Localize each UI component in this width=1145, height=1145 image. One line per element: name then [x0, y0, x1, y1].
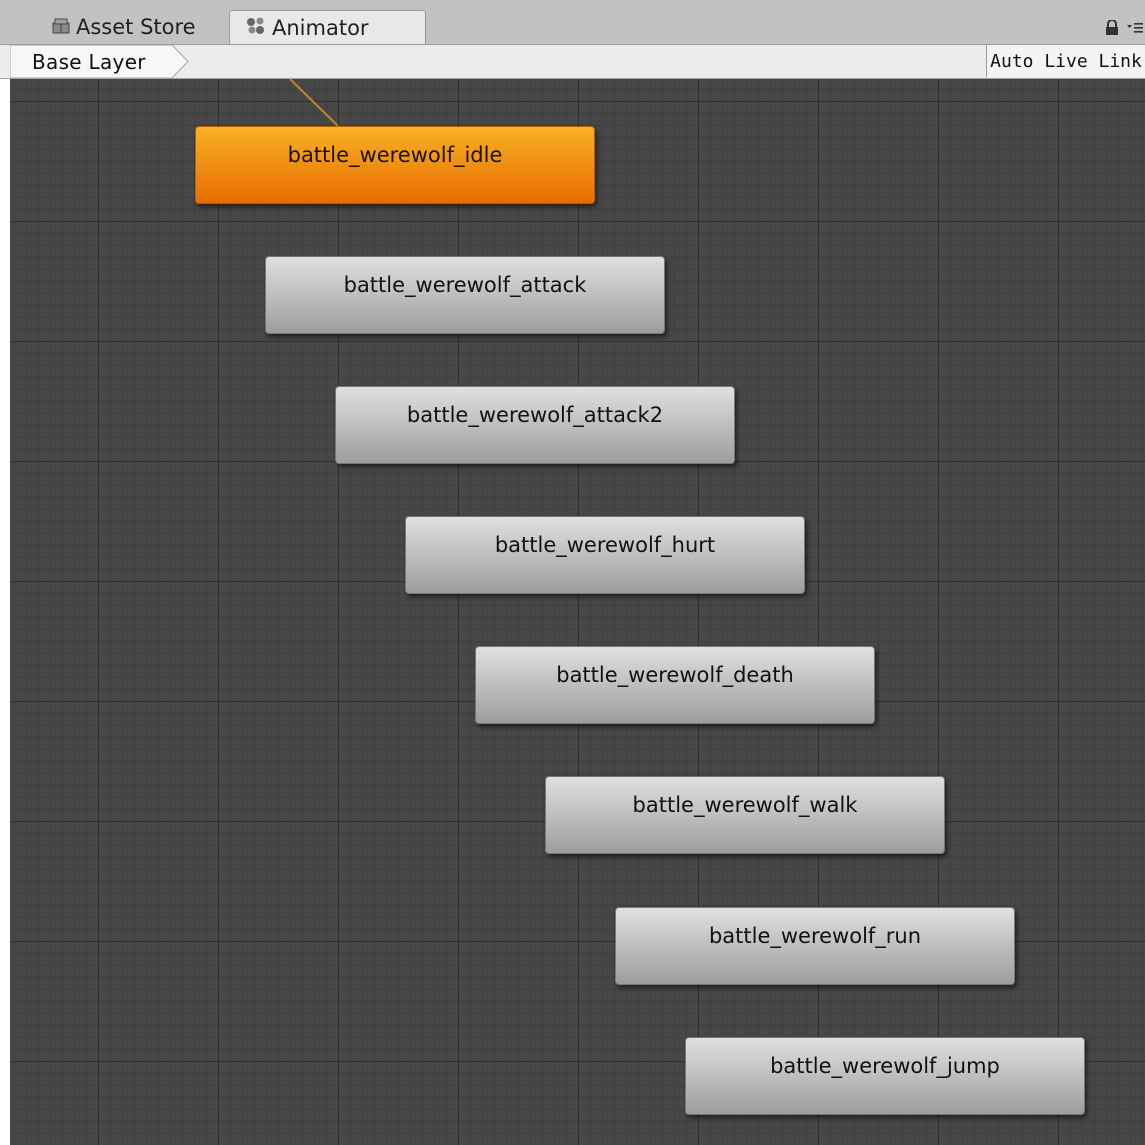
state-node-attack2[interactable]: battle_werewolf_attack2 — [335, 386, 735, 464]
breadcrumb-base-layer: Base Layer — [32, 50, 146, 74]
state-label: battle_werewolf_jump — [770, 1054, 1000, 1078]
asset-store-icon — [52, 15, 70, 39]
state-node-hurt[interactable]: battle_werewolf_hurt — [405, 516, 805, 594]
state-label: battle_werewolf_run — [708, 924, 922, 948]
state-label: battle_werewolf_attack2 — [406, 403, 664, 427]
panel-menu-icon[interactable] — [1127, 22, 1143, 38]
tab-label: Animator — [272, 15, 369, 40]
state-node-death[interactable]: battle_werewolf_death — [475, 646, 875, 724]
animator-icon — [246, 16, 266, 40]
state-node-run[interactable]: battle_werewolf_run — [615, 907, 1015, 985]
state-label: battle_werewolf_idle — [287, 143, 503, 167]
state-label: battle_werewolf_death — [556, 663, 794, 687]
breadcrumb[interactable]: Base Layer — [10, 45, 189, 78]
state-label: battle_werewolf_walk — [632, 793, 858, 817]
state-node-walk[interactable]: battle_werewolf_walk — [545, 776, 945, 854]
state-label: battle_werewolf_attack — [343, 273, 587, 297]
animator-graph[interactable]: battle_werewolf_idle battle_werewolf_att… — [10, 79, 1145, 1145]
lock-icon[interactable] — [1105, 19, 1119, 40]
animator-toolbar: Base Layer Auto Live Link — [0, 45, 1145, 79]
tab-animator[interactable]: Animator — [229, 10, 426, 44]
state-node-jump[interactable]: battle_werewolf_jump — [685, 1037, 1085, 1115]
tab-bar: Asset Store Animator — [0, 0, 1145, 45]
state-node-idle[interactable]: battle_werewolf_idle — [195, 126, 595, 204]
state-label: battle_werewolf_hurt — [494, 533, 716, 557]
tab-asset-store[interactable]: Asset Store — [42, 10, 226, 44]
tab-label: Asset Store — [76, 15, 196, 39]
state-node-attack[interactable]: battle_werewolf_attack — [265, 256, 665, 334]
auto-live-link-button[interactable]: Auto Live Link — [986, 45, 1145, 77]
